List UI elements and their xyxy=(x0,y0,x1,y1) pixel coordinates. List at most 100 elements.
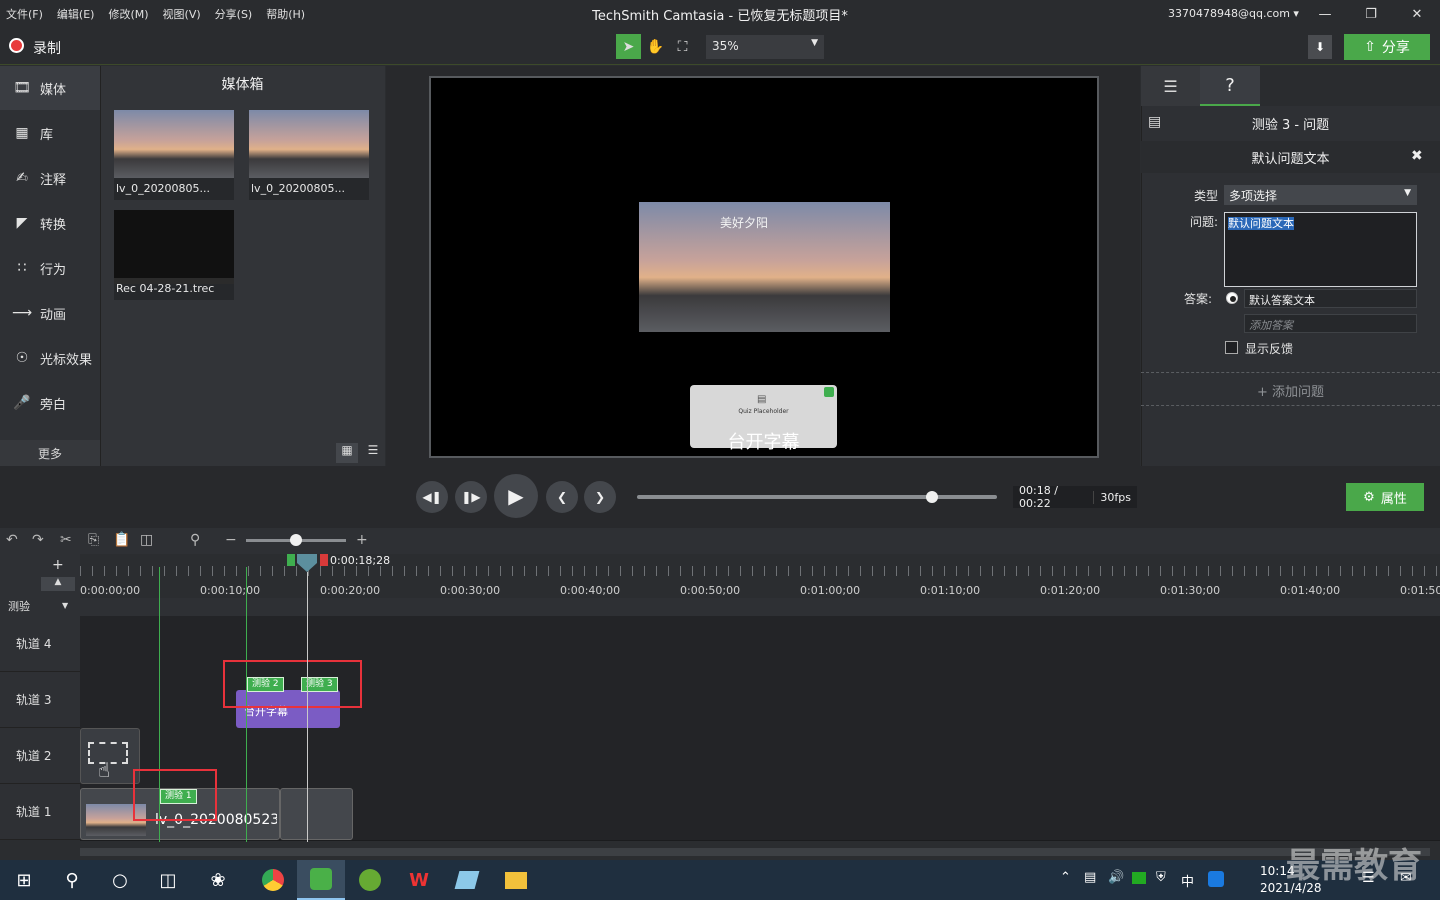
track-label-1[interactable]: 轨道 1 xyxy=(0,784,80,840)
ime-indicator[interactable]: 中 xyxy=(1181,871,1194,890)
camtasia-icon[interactable] xyxy=(297,860,345,900)
track-label-3[interactable]: 轨道 3 xyxy=(0,672,80,728)
network-icon[interactable]: ▤ xyxy=(1084,870,1096,885)
copy-icon[interactable]: ⎘ xyxy=(88,532,99,548)
more-button[interactable]: 更多 xyxy=(0,440,100,466)
tray-chevron-icon[interactable]: ⌃ xyxy=(1060,870,1071,885)
track-row-2[interactable] xyxy=(80,728,1440,785)
question-title: 测验 3 - 问题 xyxy=(1251,118,1330,133)
add-question-button[interactable]: + 添加问题 xyxy=(1141,372,1440,406)
transition-icon: ◤ xyxy=(16,215,28,231)
caption-overlay[interactable]: 台开字幕 xyxy=(690,428,837,454)
media-item[interactable]: lv_0_20200805... xyxy=(249,110,369,200)
pinwheel-app-icon[interactable]: ❀ xyxy=(194,860,242,900)
record-icon[interactable] xyxy=(9,38,24,53)
step-forward-icon[interactable]: ❚▶ xyxy=(455,481,487,513)
share-button[interactable]: ⇧ 分享 xyxy=(1344,34,1430,60)
ruler-label: 0:01:00;00 xyxy=(800,584,861,597)
split-icon[interactable]: ◫ xyxy=(140,532,153,548)
selection-end-handle[interactable] xyxy=(320,554,328,566)
quiz-lane xyxy=(0,598,1440,616)
tab-properties-list[interactable]: ☰ xyxy=(1141,66,1200,106)
show-feedback-checkbox[interactable] xyxy=(1225,341,1238,354)
close-icon[interactable]: ✖ xyxy=(1411,148,1423,164)
select-tool-icon[interactable]: ➤ xyxy=(616,34,641,59)
melon-app-icon[interactable] xyxy=(346,860,394,900)
media-item[interactable]: lv_0_20200805... xyxy=(114,110,234,200)
zoom-out-icon[interactable]: − xyxy=(225,532,237,548)
gear-icon: ⚙ xyxy=(1363,489,1375,505)
collapse-icon[interactable]: ▲ xyxy=(41,577,75,591)
next-marker-icon[interactable]: ❯ xyxy=(584,481,616,513)
crop-tool-icon[interactable]: ⛶ xyxy=(670,34,695,59)
timeline-toolbar xyxy=(0,528,1440,554)
sidebar-item-animations[interactable]: ⟶ 动画 xyxy=(0,291,100,335)
sidebar-item-behaviors[interactable]: ∷ 行为 xyxy=(0,246,100,290)
show-feedback-label: 显示反馈 xyxy=(1245,342,1294,356)
ruler-label: 0:00:10;00 xyxy=(200,584,261,597)
restore-button[interactable]: ❐ xyxy=(1348,0,1394,28)
question-label: 问题: xyxy=(1189,215,1218,229)
properties-button[interactable]: ⚙ 属性 xyxy=(1346,483,1424,511)
volume-icon[interactable]: 🔊 xyxy=(1108,870,1124,885)
undo-icon[interactable]: ↶ xyxy=(6,532,18,548)
account-menu[interactable]: 3370478948@qq.com ▾ xyxy=(1168,7,1299,20)
file-explorer-icon[interactable] xyxy=(492,860,540,900)
zoom-in-icon[interactable]: + xyxy=(356,532,368,548)
question-text-input[interactable]: 默认问题文本 xyxy=(1224,212,1417,287)
notes-app-icon[interactable] xyxy=(443,860,491,900)
question-type-select[interactable]: 多项选择 ▼ xyxy=(1224,185,1417,205)
sidebar-item-transitions[interactable]: ◤ 转换 xyxy=(0,201,100,245)
download-icon[interactable]: ⬇ xyxy=(1308,35,1332,59)
nvidia-icon[interactable] xyxy=(1132,872,1146,884)
quiz-lane-label[interactable]: 测验 xyxy=(8,598,30,614)
add-track-icon[interactable]: + xyxy=(52,557,64,573)
selection-start-handle[interactable] xyxy=(287,554,295,566)
chevron-down-icon[interactable]: ▼ xyxy=(62,601,68,610)
video-clip-2[interactable] xyxy=(280,788,353,840)
record-button[interactable]: 录制 xyxy=(33,38,61,58)
search-icon[interactable]: ⚲ xyxy=(190,532,200,548)
play-button[interactable]: ▶ xyxy=(494,474,538,518)
sidebar-item-cursor[interactable]: ☉ 光标效果 xyxy=(0,336,100,380)
grid-view-icon[interactable]: ▦ xyxy=(336,443,358,463)
timeline-ruler[interactable] xyxy=(80,554,1440,598)
add-answer-input[interactable]: 添加答案 xyxy=(1244,314,1417,333)
zoom-select[interactable]: 35% ▼ xyxy=(706,35,824,59)
track-label-4[interactable]: 轨道 4 xyxy=(0,616,80,672)
tab-quiz[interactable]: ? xyxy=(1200,66,1260,106)
chrome-icon[interactable] xyxy=(249,860,297,900)
paste-icon[interactable]: 📋 xyxy=(113,532,130,548)
step-back-icon[interactable]: ◀❚ xyxy=(416,481,448,513)
windows-start-icon[interactable]: ⊞ xyxy=(0,860,48,900)
track-label-2[interactable]: 轨道 2 xyxy=(0,728,80,784)
security-shield-icon[interactable]: ⛨ xyxy=(1156,870,1166,885)
share-label: 分享 xyxy=(1381,40,1410,56)
answer-input[interactable]: 默认答案文本 xyxy=(1244,289,1417,308)
qq-icon[interactable] xyxy=(1208,871,1224,887)
list-view-icon[interactable]: ☰ xyxy=(362,443,384,463)
sidebar-item-annotations[interactable]: ✍ 注释 xyxy=(0,156,100,200)
menu-lines-icon: ☰ xyxy=(1163,76,1178,96)
timeline-scroll-thumb[interactable] xyxy=(80,848,1430,856)
close-button[interactable]: ✕ xyxy=(1394,0,1440,28)
media-item[interactable]: Rec 04-28-21.trec xyxy=(114,210,234,300)
previous-marker-icon[interactable]: ❮ xyxy=(546,481,578,513)
scrub-bar[interactable] xyxy=(637,495,997,499)
quiz-badge-icon xyxy=(824,387,834,397)
redo-icon[interactable]: ↷ xyxy=(32,532,44,548)
sidebar-item-voice[interactable]: 🎤 旁白 xyxy=(0,381,100,425)
wps-icon[interactable]: W xyxy=(395,860,443,900)
timeline-zoom-handle[interactable] xyxy=(290,534,302,546)
search-icon[interactable]: ⚲ xyxy=(48,860,96,900)
task-view-icon[interactable]: ◫ xyxy=(144,860,192,900)
sidebar-item-library[interactable]: ▦ 库 xyxy=(0,111,100,155)
minimize-button[interactable]: — xyxy=(1302,0,1348,28)
question-text: 默认问题文本 xyxy=(1228,217,1294,230)
cut-icon[interactable]: ✂ xyxy=(60,532,72,548)
microphone-icon: 🎤 xyxy=(13,395,31,411)
cortana-icon[interactable]: ○ xyxy=(96,860,144,900)
sidebar-item-media[interactable]: 🎞 媒体 xyxy=(0,66,100,110)
pan-tool-icon[interactable]: ✋ xyxy=(643,34,668,59)
correct-answer-radio[interactable] xyxy=(1226,292,1238,304)
